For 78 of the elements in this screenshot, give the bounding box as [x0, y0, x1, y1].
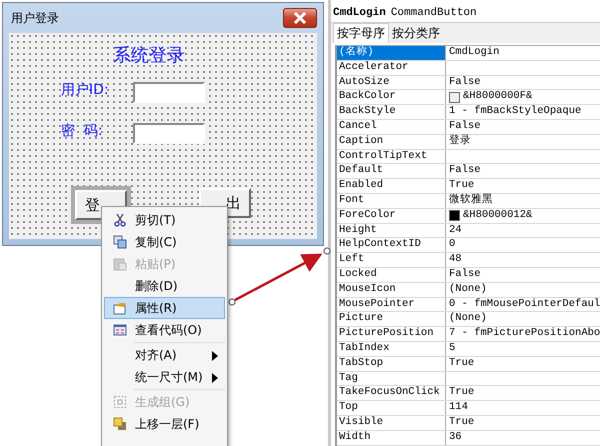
property-value[interactable]: 36 [449, 430, 462, 445]
property-name[interactable]: Accelerator [337, 60, 446, 75]
property-value[interactable]: 0 - fmMousePointerDefaul [449, 298, 600, 312]
property-value[interactable]: (None) [449, 312, 487, 326]
property-name[interactable]: Locked [337, 268, 446, 282]
property-value[interactable]: False [449, 76, 481, 90]
property-value[interactable]: &H8000000F& [463, 90, 532, 104]
menu-item[interactable]: 对齐(A) [104, 344, 225, 366]
property-name[interactable]: Visible [337, 416, 446, 430]
group-icon [113, 395, 127, 409]
property-name[interactable]: (名称) [337, 46, 446, 60]
close-icon [293, 12, 307, 24]
menu-item[interactable]: 统一尺寸(M) [104, 366, 225, 388]
property-name[interactable]: TabIndex [337, 342, 446, 356]
property-name[interactable]: Caption [337, 134, 446, 149]
property-value[interactable]: True [449, 179, 474, 193]
object-name: CmdLogin [333, 7, 386, 19]
field-label: 密 码: [61, 122, 103, 140]
menu-item[interactable]: 删除(D) [104, 275, 225, 297]
property-name[interactable]: Cancel [337, 120, 446, 134]
property-value[interactable]: CmdLogin [449, 46, 500, 60]
property-value[interactable]: 48 [449, 253, 462, 267]
field-label: 用户ID: [61, 81, 109, 99]
properties-icon [113, 301, 127, 315]
tab[interactable]: 按字母序 [333, 23, 389, 43]
input-field[interactable] [133, 123, 205, 144]
property-name[interactable]: Font [337, 194, 446, 208]
layers-icon [113, 417, 127, 431]
property-value[interactable]: 0 [449, 238, 456, 252]
form-heading: 系统登录 [113, 44, 185, 67]
property-name[interactable]: Height [337, 224, 446, 238]
property-value[interactable]: (None) [449, 282, 487, 297]
copy-icon [113, 235, 127, 249]
property-value[interactable]: False [449, 120, 481, 134]
property-value[interactable]: 114 [449, 401, 468, 415]
property-name[interactable]: Tag [337, 372, 446, 386]
property-name[interactable]: Width [337, 430, 446, 445]
property-name[interactable]: BackStyle [337, 105, 446, 119]
property-name[interactable]: Enabled [337, 179, 446, 193]
property-value[interactable]: 24 [449, 224, 462, 238]
submenu-arrow-icon [212, 373, 218, 383]
input-field[interactable] [133, 82, 205, 103]
close-button[interactable] [283, 8, 317, 28]
submenu-arrow-icon [212, 351, 218, 361]
menu-item[interactable]: 复制(C) [104, 231, 225, 253]
property-value[interactable]: &H80000012& [463, 208, 532, 223]
property-name[interactable]: MousePointer [337, 298, 446, 312]
property-name[interactable]: MouseIcon [337, 282, 446, 297]
property-name[interactable]: Default [337, 164, 446, 178]
property-name[interactable]: ControlTipText [337, 150, 446, 164]
scissors-icon [113, 213, 127, 227]
property-name[interactable]: PicturePosition [337, 327, 446, 341]
menu-item[interactable]: 查看代码(O) [104, 319, 225, 341]
menu-item[interactable]: 上移一层(F) [104, 413, 225, 435]
code-window-icon [113, 323, 127, 337]
property-value[interactable]: 登录 [449, 134, 471, 149]
menu-item[interactable]: 属性(R) [104, 297, 225, 319]
property-value[interactable]: True [449, 386, 474, 400]
property-name[interactable]: TakeFocusOnClick [337, 386, 446, 400]
property-name[interactable]: Left [337, 253, 446, 267]
property-name[interactable]: Top [337, 401, 446, 415]
property-value[interactable]: False [449, 268, 481, 282]
property-value[interactable]: True [449, 416, 474, 430]
property-name[interactable]: HelpContextID [337, 238, 446, 252]
property-value[interactable]: 7 - fmPicturePositionAbo [449, 327, 600, 341]
clipboard-icon [113, 257, 127, 271]
property-value[interactable]: 微软雅黑 [449, 194, 493, 208]
object-type: CommandButton [390, 7, 477, 19]
property-value[interactable]: True [449, 356, 474, 371]
property-name[interactable]: BackColor [337, 90, 446, 104]
property-name[interactable]: AutoSize [337, 76, 446, 90]
property-name[interactable]: ForeColor [337, 208, 446, 223]
property-name[interactable]: Picture [337, 312, 446, 326]
property-name[interactable]: TabStop [337, 356, 446, 371]
property-value[interactable]: False [449, 164, 481, 178]
property-value[interactable]: 5 [449, 342, 456, 356]
property-value[interactable]: 1 - fmBackStyleOpaque [449, 105, 582, 119]
window-title: 用户登录 [11, 10, 59, 26]
